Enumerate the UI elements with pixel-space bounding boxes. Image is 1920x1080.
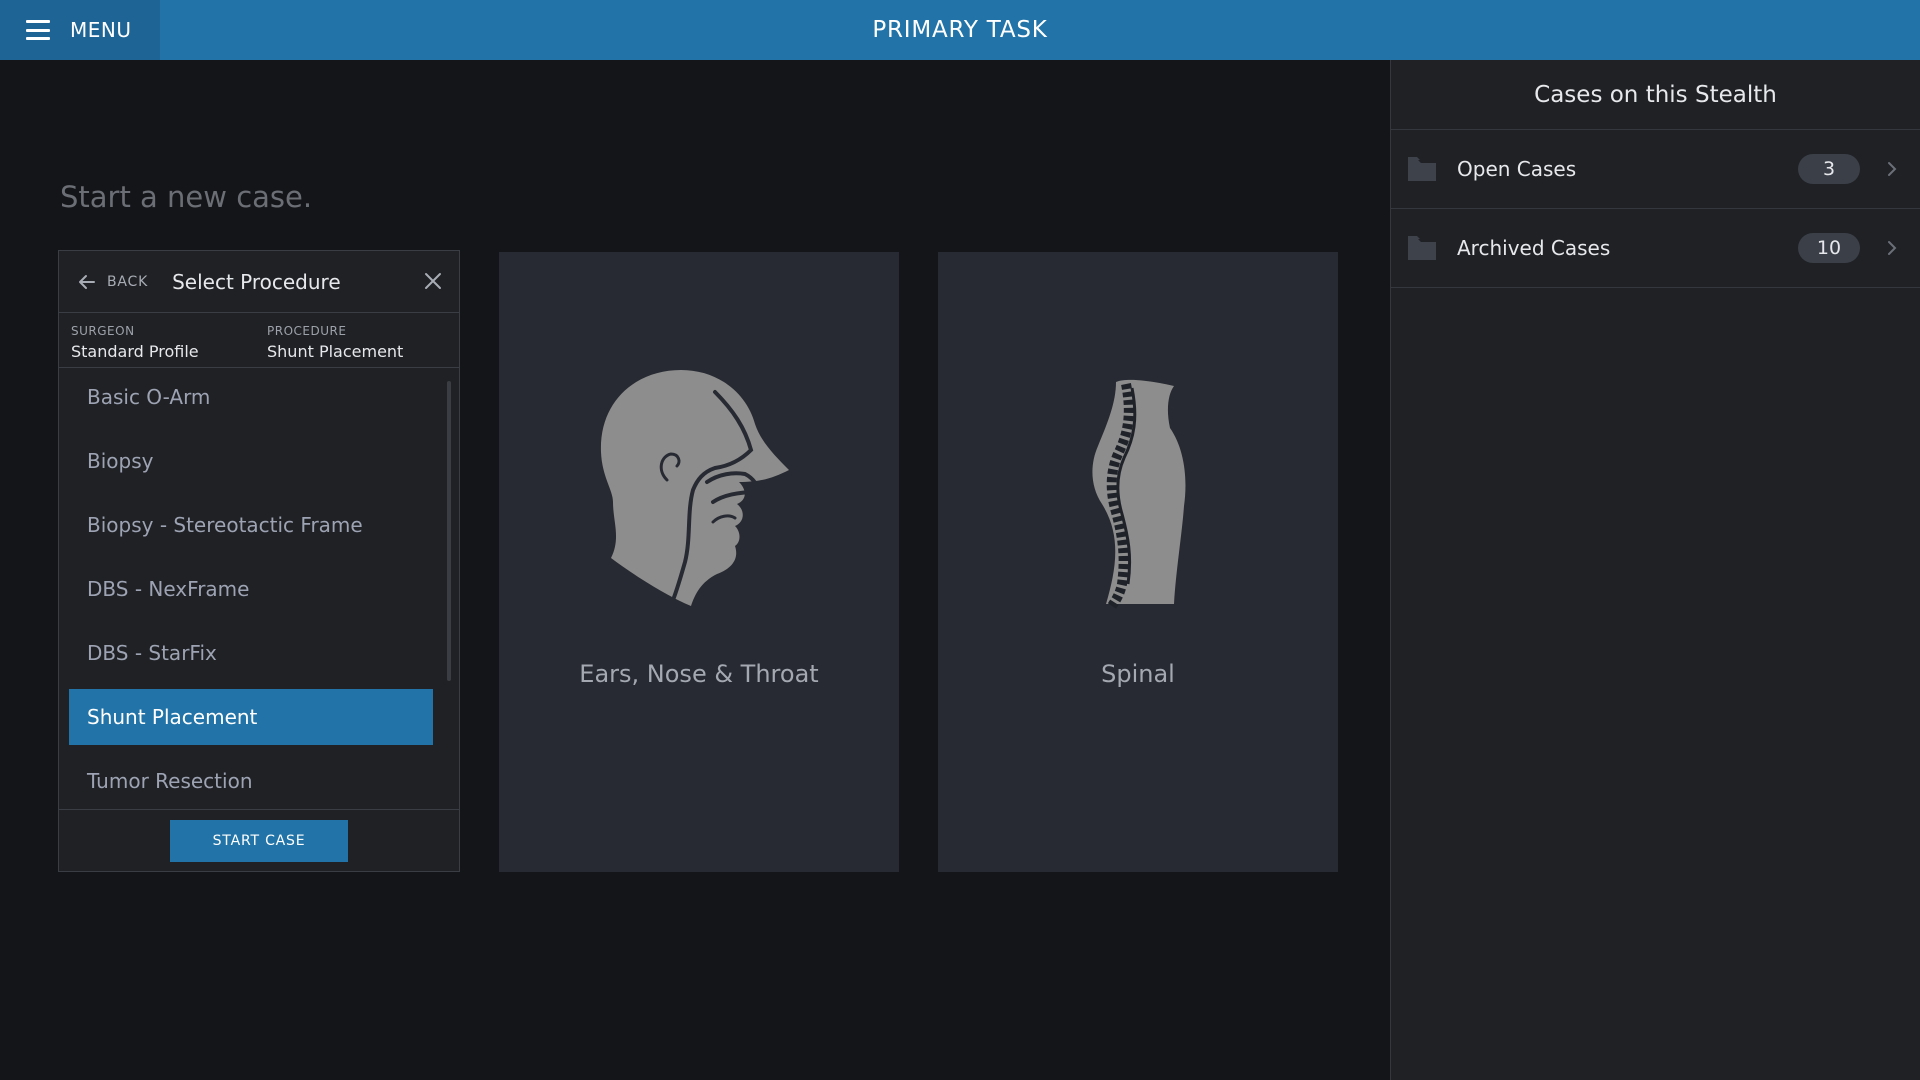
panel-title: Select Procedure [172,269,341,294]
procedure-item-basic-o-arm[interactable]: Basic O-Arm [69,369,433,425]
open-cases-label: Open Cases [1457,157,1577,181]
surgeon-info: SURGEON Standard Profile [71,324,199,361]
procedure-list[interactable]: Basic O-Arm Biopsy Biopsy - Stereotactic… [69,369,433,809]
surgeon-label: SURGEON [71,324,135,338]
panel-footer: START CASE [59,809,459,872]
card-spinal[interactable]: Spinal [938,252,1338,872]
surgeon-value: Standard Profile [71,342,199,361]
back-label: BACK [107,273,149,290]
hamburger-icon [26,20,50,40]
archived-cases-row[interactable]: Archived Cases 10 [1391,209,1920,288]
folder-icon [1408,157,1436,181]
back-button[interactable]: BACK [77,272,148,292]
page-title: PRIMARY TASK [872,17,1048,43]
menu-label: MENU [70,18,132,42]
start-case-button[interactable]: START CASE [170,820,348,862]
procedure-item-dbs-starfix[interactable]: DBS - StarFix [69,625,433,681]
select-procedure-panel: BACK Select Procedure SURGEON Standard P… [58,250,460,872]
main-content: Start a new case. BACK Select Procedure … [0,60,1390,1080]
card-ears-nose-throat[interactable]: Ears, Nose & Throat [499,252,899,872]
open-cases-row[interactable]: Open Cases 3 [1391,130,1920,209]
case-meta: SURGEON Standard Profile PROCEDURE Shunt… [59,314,459,368]
arrow-left-icon [79,274,95,289]
spine-icon [1092,379,1186,609]
head-profile-icon [600,370,789,606]
procedure-item-biopsy-stereotactic-frame[interactable]: Biopsy - Stereotactic Frame [69,497,433,553]
cases-sidebar: Cases on this Stealth Open Cases 3 Archi… [1390,60,1920,1080]
chevron-right-icon [1888,162,1897,176]
folder-icon [1408,236,1436,260]
close-icon[interactable] [423,271,443,291]
sidebar-title: Cases on this Stealth [1391,60,1920,130]
procedure-item-dbs-nexframe[interactable]: DBS - NexFrame [69,561,433,617]
procedure-item-shunt-placement[interactable]: Shunt Placement [69,689,433,745]
chevron-right-icon [1888,241,1897,255]
top-bar: PRIMARY TASK MENU [0,0,1920,60]
archived-cases-label: Archived Cases [1457,236,1611,260]
new-case-heading: Start a new case. [60,180,313,214]
menu-button[interactable]: MENU [0,0,160,60]
procedure-info: PROCEDURE Shunt Placement [267,324,403,361]
card-label-ent: Ears, Nose & Throat [579,660,819,688]
procedure-value: Shunt Placement [267,342,404,361]
card-label-spinal: Spinal [1101,660,1175,688]
panel-header: BACK Select Procedure [59,251,459,313]
open-cases-count: 3 [1798,154,1860,184]
procedure-list-scrollbar[interactable] [447,381,451,681]
procedure-item-tumor-resection[interactable]: Tumor Resection [69,753,433,809]
procedure-item-biopsy[interactable]: Biopsy [69,433,433,489]
archived-cases-count: 10 [1798,233,1860,263]
procedure-label: PROCEDURE [267,324,347,338]
